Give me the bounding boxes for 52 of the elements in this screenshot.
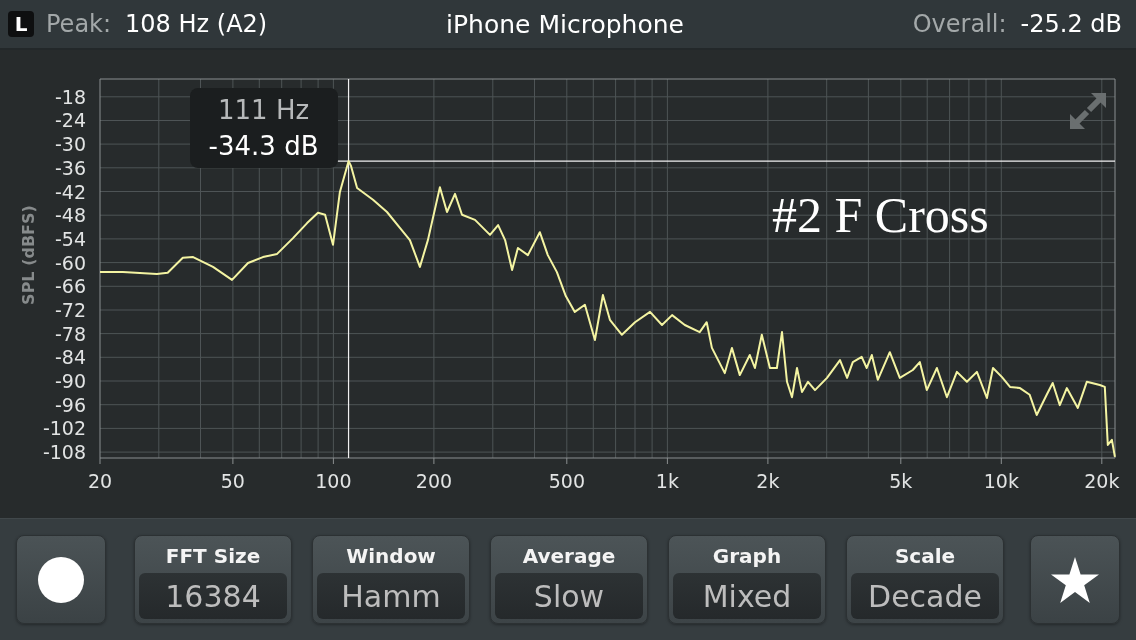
y-tick-label: -48 (54, 204, 86, 227)
y-tick-label: -36 (54, 156, 86, 179)
y-tick-label: -18 (54, 85, 86, 108)
y-tick-label: -102 (42, 417, 86, 440)
circle-icon (38, 556, 84, 603)
y-tick-label: -84 (54, 346, 86, 369)
x-tick-label: 1k (655, 470, 679, 492)
x-tick-label: 20 (87, 470, 113, 492)
y-tick-label: -72 (54, 298, 86, 321)
setting-button[interactable]: Graph Mixed (668, 535, 826, 624)
setting-value: Hamm (317, 573, 465, 619)
y-tick-label: -30 (54, 133, 86, 156)
y-tick-label: -66 (54, 275, 86, 298)
expand-icon[interactable] (1070, 93, 1106, 129)
x-tick-label: 20k (1084, 470, 1120, 492)
y-tick-label: -24 (54, 109, 86, 132)
y-tick-label: -42 (54, 180, 86, 203)
setting-value: 16384 (139, 573, 287, 619)
y-tick-label: -54 (54, 227, 86, 250)
setting-button[interactable]: FFT Size 16384 (134, 535, 292, 624)
overall-label: Overall: (912, 10, 1007, 38)
graph-caption: #2 F Cross (772, 190, 989, 240)
setting-value: Decade (851, 573, 999, 619)
y-axis-title: SPL (dBFS) (19, 205, 38, 305)
x-tick-label: 500 (548, 470, 585, 492)
setting-button[interactable]: Scale Decade (846, 535, 1004, 624)
peak-value: 108 Hz (A2) (125, 10, 268, 38)
star-button[interactable] (1030, 535, 1120, 624)
x-tick-label: 200 (415, 470, 453, 492)
x-tick-label: 100 (315, 470, 352, 492)
star-icon (1051, 556, 1099, 603)
overall-value: -25.2 dB (1020, 10, 1122, 38)
x-tick-label: 10k (983, 470, 1019, 492)
x-tick-label: 2k (756, 470, 780, 492)
setting-value: Slow (495, 573, 643, 619)
setting-button[interactable]: Average Slow (490, 535, 648, 624)
y-tick-label: -90 (54, 370, 86, 392)
y-tick-label: -78 (54, 322, 86, 345)
y-tick-label: -108 (42, 441, 86, 464)
readout-frequency: 111 Hz (218, 94, 310, 128)
setting-button[interactable]: Window Hamm (312, 535, 470, 624)
setting-value: Mixed (673, 573, 821, 619)
record-button[interactable] (16, 535, 106, 624)
channel-indicator: L (8, 11, 34, 37)
x-tick-label: 5k (889, 470, 913, 492)
crosshair[interactable] (336, 78, 1116, 459)
peak-label: Peak: (46, 10, 112, 38)
y-tick-label: -96 (54, 393, 86, 416)
source-title: iPhone Microphone (446, 9, 684, 39)
readout-magnitude: -34.3 dB (208, 130, 319, 164)
y-tick-label: -60 (54, 251, 86, 274)
x-tick-label: 50 (220, 470, 245, 492)
